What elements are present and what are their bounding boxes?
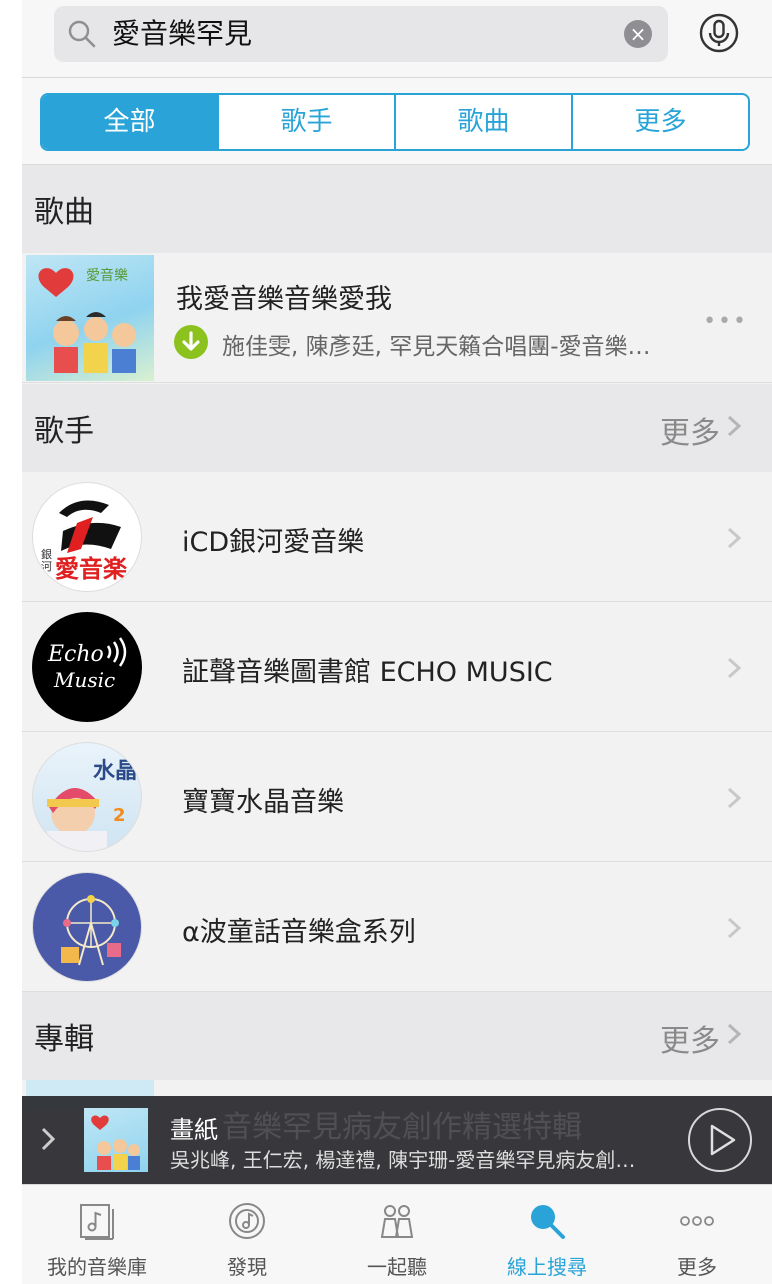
artist-row[interactable]: 愛音楽 銀河 iCD銀河愛音樂 bbox=[22, 472, 772, 602]
song-album-cover: 愛音樂 bbox=[26, 255, 154, 381]
search-header: 愛音樂罕見 × 全部 歌手 歌曲 更多 bbox=[22, 0, 772, 165]
more-dots-icon bbox=[680, 1216, 714, 1226]
tab-music-library[interactable]: 我的音樂庫 bbox=[22, 1185, 172, 1284]
microphone-icon[interactable] bbox=[698, 12, 740, 54]
tab-label: 一起聽 bbox=[367, 1255, 427, 1279]
tab-artists[interactable]: 歌手 bbox=[219, 95, 396, 149]
now-playing-title: 畫紙 bbox=[170, 1116, 218, 1144]
songs-section-title: 歌曲 bbox=[34, 195, 94, 230]
now-playing-artists: 吳兆峰, 王仁宏, 楊達禮, 陳宇珊-愛音樂罕見病友創… bbox=[170, 1148, 636, 1172]
now-playing-cover-art bbox=[91, 1115, 140, 1170]
ferris-wheel-icon bbox=[61, 895, 121, 966]
artist-row[interactable]: α波童話音樂盒系列 bbox=[22, 862, 772, 992]
song-result-row[interactable]: 愛音樂 我愛音樂音樂愛我 施佳雯, 陳彥廷, 罕見天籟合唱團-愛音樂… ••• bbox=[22, 253, 772, 383]
play-icon bbox=[710, 1124, 736, 1156]
artists-more-link[interactable]: 更多 bbox=[660, 408, 720, 452]
artists-section-header: 歌手 更多 bbox=[22, 384, 772, 472]
music-library-icon bbox=[80, 1204, 114, 1240]
album-result-title-behind: 音樂罕見病友創作精選特輯 bbox=[222, 1110, 582, 1145]
song-more-options-icon[interactable]: ••• bbox=[703, 309, 748, 334]
artist-name: 寶寶水晶音樂 bbox=[182, 787, 344, 818]
play-button[interactable] bbox=[688, 1108, 752, 1172]
tab-more[interactable]: 更多 bbox=[622, 1185, 772, 1284]
now-playing-cover bbox=[84, 1108, 148, 1172]
sound-wave-icon bbox=[106, 637, 127, 667]
tab-label: 我的音樂庫 bbox=[47, 1255, 147, 1279]
bottom-tab-bar: 我的音樂庫 發現 一起聽 線上搜尋 更多 bbox=[22, 1184, 772, 1284]
search-input[interactable]: 愛音樂罕見 bbox=[112, 16, 252, 52]
crystal-logo-number: 2 bbox=[113, 805, 126, 826]
tab-more[interactable]: 更多 bbox=[573, 95, 748, 149]
header-divider bbox=[22, 77, 772, 78]
tab-listen-together[interactable]: 一起聽 bbox=[322, 1185, 472, 1284]
tab-label: 更多 bbox=[677, 1255, 717, 1279]
app-screen: 愛音樂罕見 × 全部 歌手 歌曲 更多 歌曲 愛音樂 我愛音樂音樂愛我 施佳雯,… bbox=[22, 0, 772, 1284]
icd-logo-text: 愛音楽 bbox=[55, 555, 127, 583]
chevron-right-icon bbox=[727, 1023, 742, 1045]
chevron-right-icon bbox=[727, 415, 742, 437]
artists-section-title: 歌手 bbox=[34, 414, 94, 449]
listen-together-icon bbox=[380, 1205, 414, 1238]
artist-avatar: 水晶 2 bbox=[32, 742, 142, 852]
albums-section-title: 專輯 bbox=[34, 1022, 94, 1057]
discover-icon bbox=[229, 1203, 265, 1239]
artist-row[interactable]: 水晶 2 寶寶水晶音樂 bbox=[22, 732, 772, 862]
artist-avatar: Echo Music bbox=[32, 612, 142, 722]
search-icon bbox=[68, 20, 96, 48]
tab-label: 線上搜尋 bbox=[507, 1255, 587, 1279]
album-cover-text: 愛音樂 bbox=[86, 268, 128, 284]
search-field[interactable]: 愛音樂罕見 × bbox=[54, 6, 668, 62]
expand-player-icon[interactable] bbox=[40, 1126, 56, 1152]
artist-name: 証聲音樂圖書館 ECHO MUSIC bbox=[182, 657, 553, 688]
songs-section-header: 歌曲 bbox=[22, 165, 772, 253]
artist-name: iCD銀河愛音樂 bbox=[182, 527, 365, 558]
tab-songs[interactable]: 歌曲 bbox=[396, 95, 573, 149]
filter-segmented-control: 全部 歌手 歌曲 更多 bbox=[40, 93, 750, 151]
song-title: 我愛音樂音樂愛我 bbox=[176, 284, 392, 315]
song-artists: 施佳雯, 陳彥廷, 罕見天籟合唱團-愛音樂… bbox=[222, 334, 651, 360]
crystal-logo-text: 水晶 bbox=[93, 759, 138, 784]
artist-row[interactable]: Echo Music 証聲音樂圖書館 ECHO MUSIC bbox=[22, 602, 772, 732]
tab-discover[interactable]: 發現 bbox=[172, 1185, 322, 1284]
artist-avatar: 愛音楽 銀河 bbox=[32, 482, 142, 592]
icd-logo-small-text: 銀河 bbox=[41, 548, 52, 573]
tab-online-search[interactable]: 線上搜尋 bbox=[472, 1185, 622, 1284]
chevron-right-icon bbox=[727, 787, 742, 809]
clear-search-icon[interactable]: × bbox=[624, 20, 652, 48]
tab-label: 發現 bbox=[227, 1255, 267, 1279]
chevron-right-icon bbox=[727, 657, 742, 679]
artist-name: α波童話音樂盒系列 bbox=[182, 917, 416, 948]
artist-avatar bbox=[32, 872, 142, 982]
search-icon bbox=[531, 1205, 565, 1239]
download-icon bbox=[174, 325, 208, 359]
chevron-right-icon bbox=[727, 527, 742, 549]
tab-all[interactable]: 全部 bbox=[42, 95, 219, 149]
chevron-right-icon bbox=[727, 917, 742, 939]
albums-section-header: 專輯 更多 bbox=[22, 992, 772, 1080]
mini-player[interactable]: 音樂罕見病友創作精選特輯 畫紙 吳兆峰, 王仁宏, 楊達禮, 陳宇珊-愛音樂罕見… bbox=[22, 1096, 772, 1184]
albums-more-link[interactable]: 更多 bbox=[660, 1016, 720, 1060]
